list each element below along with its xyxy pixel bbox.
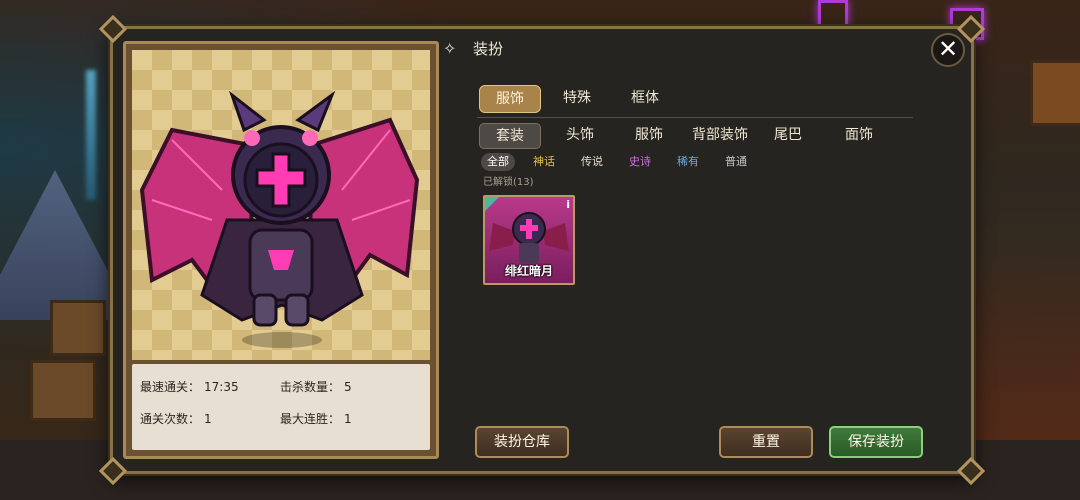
panel-title: 装扮 bbox=[473, 40, 504, 58]
tab-face-decoration[interactable]: 面饰 bbox=[831, 123, 887, 147]
tab-label: 特殊 bbox=[563, 90, 591, 106]
tab-label: 尾巴 bbox=[774, 127, 802, 143]
filter-all[interactable]: 全部 bbox=[481, 153, 515, 171]
stat-value: 17:35 bbox=[204, 380, 239, 394]
crate bbox=[30, 360, 96, 421]
filter-legendary[interactable]: 传说 bbox=[575, 153, 609, 171]
character-portrait bbox=[132, 50, 430, 360]
tab-label: 背部装饰 bbox=[692, 127, 748, 143]
stat-value: 5 bbox=[344, 380, 352, 394]
button-label: 保存装扮 bbox=[848, 434, 904, 450]
filter-label: 稀有 bbox=[677, 155, 699, 168]
filter-label: 神话 bbox=[533, 155, 555, 168]
tab-tail[interactable]: 尾巴 bbox=[763, 123, 813, 147]
tab-set[interactable]: 套装 bbox=[479, 123, 541, 149]
character-card: 最速通关： 17:35 击杀数量： 5 通关次数： 1 最大连胜： 1 bbox=[123, 41, 439, 459]
costume-item[interactable]: i 绯红暗月 bbox=[483, 195, 575, 285]
stat-fastest-clear: 最速通关： 17:35 bbox=[140, 378, 239, 395]
tab-divider bbox=[477, 117, 913, 118]
costume-name: 绯红暗月 bbox=[504, 264, 553, 278]
tab-frame[interactable]: 框体 bbox=[617, 85, 673, 111]
stat-clears: 通关次数： 1 bbox=[140, 410, 212, 427]
filter-epic[interactable]: 史诗 bbox=[623, 153, 657, 171]
crate bbox=[50, 300, 106, 356]
neon-sign bbox=[818, 0, 848, 28]
button-label: 重置 bbox=[752, 434, 780, 450]
close-icon: ✕ bbox=[937, 35, 959, 63]
tab-label: 头饰 bbox=[566, 127, 594, 143]
stat-label: 击杀数量： bbox=[280, 380, 341, 394]
tab-label: 面饰 bbox=[845, 127, 873, 143]
filter-label: 史诗 bbox=[629, 155, 651, 168]
tab-special[interactable]: 特殊 bbox=[549, 85, 605, 111]
tab-back-decoration[interactable]: 背部装饰 bbox=[685, 123, 755, 147]
stat-value: 1 bbox=[344, 412, 352, 426]
barrel bbox=[1030, 60, 1080, 126]
button-label: 装扮仓库 bbox=[494, 434, 550, 450]
tab-outfit[interactable]: 服饰 bbox=[621, 123, 677, 147]
wardrobe-button[interactable]: 装扮仓库 bbox=[475, 426, 569, 458]
filter-label: 普通 bbox=[725, 155, 747, 168]
filter-rare[interactable]: 稀有 bbox=[671, 153, 705, 171]
tab-label: 框体 bbox=[631, 90, 659, 106]
close-button[interactable]: ✕ bbox=[931, 33, 965, 67]
tab-label: 服饰 bbox=[635, 127, 663, 143]
filter-label: 全部 bbox=[487, 155, 509, 168]
tab-label: 套装 bbox=[496, 128, 524, 144]
tab-clothing[interactable]: 服饰 bbox=[479, 85, 541, 113]
character-illustration bbox=[139, 90, 420, 348]
stat-label: 最速通关： bbox=[140, 380, 201, 394]
costume-thumbnail bbox=[489, 212, 569, 263]
stat-max-streak: 最大连胜： 1 bbox=[280, 410, 352, 427]
tab-headwear[interactable]: 头饰 bbox=[553, 123, 607, 147]
save-outfit-button[interactable]: 保存装扮 bbox=[829, 426, 923, 458]
stat-label: 通关次数： bbox=[140, 412, 201, 426]
reset-button[interactable]: 重置 bbox=[719, 426, 813, 458]
stats-panel: 最速通关： 17:35 击杀数量： 5 通关次数： 1 最大连胜： 1 bbox=[132, 364, 430, 450]
tab-label: 服饰 bbox=[496, 91, 524, 107]
dress-up-panel: ✧ 装扮 ✕ 最速通关： 17:35 击杀数量： 5 通关次数： 1 最大连胜：… bbox=[98, 14, 986, 486]
filter-mythic[interactable]: 神话 bbox=[527, 153, 561, 171]
filter-label: 传说 bbox=[581, 155, 603, 168]
light-beam bbox=[86, 70, 96, 200]
unlocked-count: 已解锁(13) bbox=[483, 177, 534, 188]
sparkle-icon: ✧ bbox=[443, 39, 457, 58]
filter-common[interactable]: 普通 bbox=[719, 153, 753, 171]
stat-value: 1 bbox=[204, 412, 212, 426]
stat-kills: 击杀数量： 5 bbox=[280, 378, 352, 395]
stat-label: 最大连胜： bbox=[280, 412, 341, 426]
